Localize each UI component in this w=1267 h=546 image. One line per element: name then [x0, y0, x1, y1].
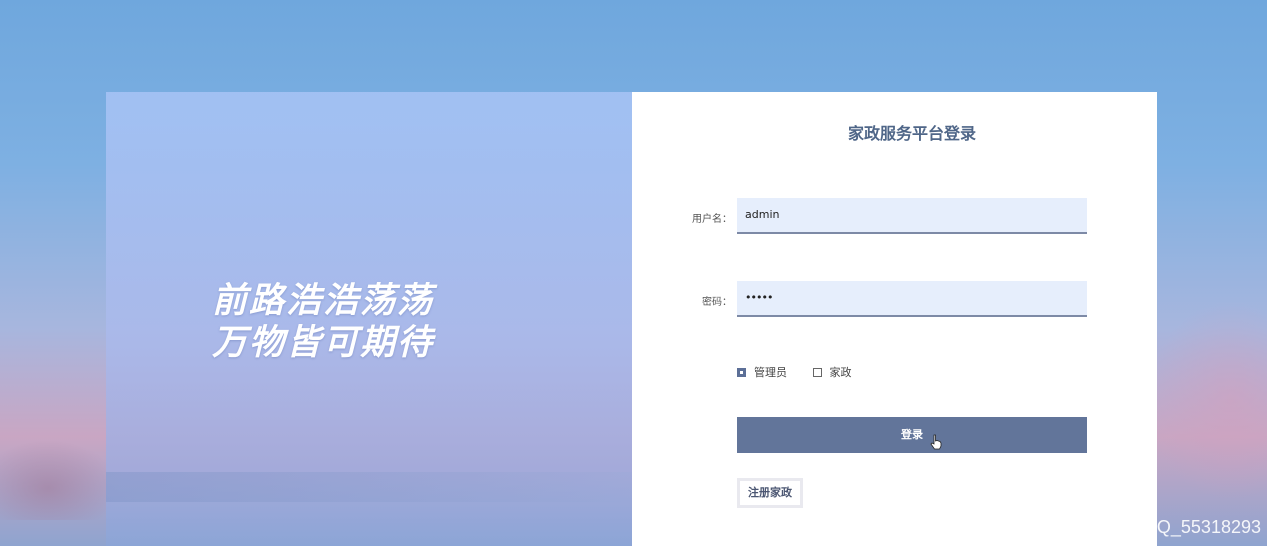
role-option-admin[interactable]: 管理员	[737, 364, 787, 380]
username-input[interactable]: admin	[737, 198, 1087, 234]
checkbox-unchecked-icon[interactable]	[812, 367, 822, 377]
banner-strip	[106, 472, 632, 502]
register-housekeeping-button[interactable]: 注册家政	[737, 478, 803, 508]
watermark: CSDN @Q_55318293	[1082, 517, 1261, 537]
role-selector: 管理员 家政	[737, 364, 874, 380]
slogan-line-1: 前路浩浩荡荡	[212, 281, 435, 321]
login-title: 家政服务平台登录	[847, 124, 976, 143]
password-label: 密码：	[702, 297, 732, 308]
background-cloud	[1147, 300, 1267, 500]
hand-cursor-icon	[930, 434, 942, 450]
username-label: 用户名：	[692, 214, 732, 225]
slogan: 前路浩浩荡荡 万物皆可期待	[212, 280, 552, 364]
password-input[interactable]: •••••	[737, 281, 1087, 317]
checkbox-checked-icon[interactable]	[737, 367, 746, 377]
login-button[interactable]: 登录	[737, 417, 1087, 453]
role-option-housekeeping[interactable]: 家政	[812, 364, 852, 380]
role-label: 管理员	[754, 366, 787, 379]
role-label: 家政	[829, 366, 852, 379]
slogan-line-2: 万物皆可期待	[212, 323, 435, 363]
login-form-panel: 家政服务平台登录 用户名： admin 密码： ••••• 管理员 家政 登录 …	[632, 92, 1157, 546]
background-cloud	[0, 440, 120, 520]
